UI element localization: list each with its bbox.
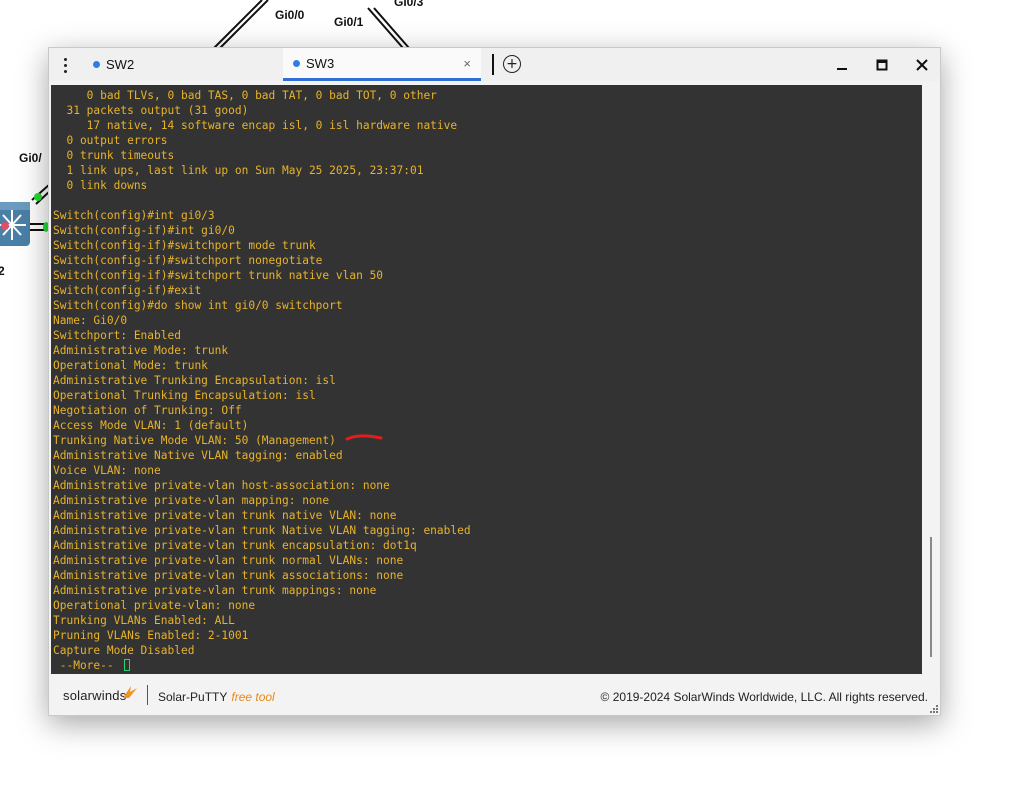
terminal-output[interactable]: 0 bad TLVs, 0 bad TAS, 0 bad TAT, 0 bad … — [51, 85, 922, 674]
terminal-line: 31 packets output (31 good) — [53, 104, 249, 117]
interface-label: Gi0/3 — [394, 0, 424, 9]
terminal-line: Administrative private-vlan trunk normal… — [53, 554, 404, 567]
terminal-line: Pruning VLANs Enabled: 2-1001 — [53, 629, 249, 642]
terminal-line: Negotiation of Trunking: Off — [53, 404, 242, 417]
terminal-scrollbar[interactable] — [923, 85, 940, 674]
tab-label: SW2 — [106, 57, 135, 72]
terminal-line: Switch(config-if)#exit — [53, 284, 202, 297]
product-label: Solar-PuTTY — [158, 690, 228, 704]
terminal-line: Operational Trunking Encapsulation: isl — [53, 389, 316, 402]
tab-divider — [492, 54, 494, 75]
more-prompt: --More-- — [53, 659, 121, 672]
solarwinds-flame-icon — [123, 686, 137, 698]
terminal-text: 0 bad TLVs, 0 bad TAS, 0 bad TAT, 0 bad … — [53, 88, 471, 673]
terminal-line: Administrative private-vlan trunk encaps… — [53, 539, 417, 552]
tab-sw2[interactable]: SW2 — [83, 48, 283, 81]
terminal-cursor — [124, 659, 131, 671]
interface-label: Gi0/0 — [275, 8, 305, 22]
terminal-line: Voice VLAN: none — [53, 464, 161, 477]
terminal-line: Switch(config)#do show int gi0/0 switchp… — [53, 299, 343, 312]
terminal-line: Switch(config)#int gi0/3 — [53, 209, 215, 222]
add-tab-icon[interactable]: + — [503, 55, 521, 73]
terminal-line: Switch(config-if)#switchport nonegotiate — [53, 254, 323, 267]
product-name: Solar-PuTTY free tool — [158, 690, 275, 704]
terminal-line: Administrative private-vlan trunk Native… — [53, 524, 471, 537]
multilayer-switch-icon[interactable] — [0, 202, 30, 246]
maximize-icon[interactable] — [871, 54, 893, 76]
terminal-line: 0 bad TLVs, 0 bad TAS, 0 bad TAT, 0 bad … — [53, 89, 437, 102]
close-tab-icon[interactable]: × — [463, 56, 471, 71]
session-status-icon — [293, 59, 300, 67]
resize-grip-icon[interactable] — [928, 703, 938, 713]
terminal-line: Trunking VLANs Enabled: ALL — [53, 614, 235, 627]
link-status-dot — [34, 193, 42, 201]
terminal-line: Administrative private-vlan host-associa… — [53, 479, 390, 492]
terminal-line: 0 trunk timeouts — [53, 149, 175, 162]
terminal-line: Administrative private-vlan trunk mappin… — [53, 584, 377, 597]
terminal-line: 1 link ups, last link up on Sun May 25 2… — [53, 164, 424, 177]
terminal-line: 0 link downs — [53, 179, 148, 192]
close-icon[interactable] — [911, 54, 933, 76]
title-bar: SW2 SW3 × + — [49, 48, 940, 81]
copyright-text: © 2019-2024 SolarWinds Worldwide, LLC. A… — [600, 690, 928, 704]
terminal-line: Switchport: Enabled — [53, 329, 181, 342]
terminal-line: 0 output errors — [53, 134, 168, 147]
device-label: 2 — [0, 264, 5, 278]
terminal-line: Switch(config-if)#switchport trunk nativ… — [53, 269, 384, 282]
footer-divider — [147, 685, 148, 705]
session-status-icon — [93, 61, 100, 68]
interface-label: Gi0/ — [19, 151, 42, 165]
terminal-line: Administrative private-vlan trunk associ… — [53, 569, 404, 582]
terminal-line: Switch(config-if)#int gi0/0 — [53, 224, 235, 237]
interface-label: Gi0/1 — [334, 15, 364, 29]
terminal-line: 17 native, 14 software encap isl, 0 isl … — [53, 119, 458, 132]
terminal-line: Name: Gi0/0 — [53, 314, 128, 327]
terminal-line: Access Mode VLAN: 1 (default) — [53, 419, 249, 432]
terminal-line: Capture Mode Disabled — [53, 644, 195, 657]
scrollbar-thumb[interactable] — [930, 537, 932, 657]
terminal-line: Switch(config-if)#switchport mode trunk — [53, 239, 316, 252]
kebab-menu-icon[interactable] — [57, 54, 73, 76]
terminal-line: Operational private-vlan: none — [53, 599, 256, 612]
tab-sw3[interactable]: SW3 × — [283, 48, 481, 81]
terminal-line: Trunking Native Mode VLAN: 50 (Managemen… — [53, 434, 336, 447]
putty-window: SW2 SW3 × + 0 bad TLVs, 0 bad TAS, 0 bad… — [48, 47, 941, 716]
minimize-icon[interactable] — [831, 54, 853, 76]
terminal-line: Operational Mode: trunk — [53, 359, 208, 372]
terminal-line: Administrative Native VLAN tagging: enab… — [53, 449, 343, 462]
footer-bar: solarwinds Solar-PuTTY free tool © 2019-2… — [49, 676, 940, 715]
red-underline-annotation — [345, 434, 383, 441]
tab-label: SW3 — [306, 55, 335, 71]
terminal-line: Administrative Mode: trunk — [53, 344, 229, 357]
terminal-line: Administrative private-vlan trunk native… — [53, 509, 397, 522]
solarwinds-logo: solarwinds — [63, 688, 127, 703]
terminal-line: Administrative private-vlan mapping: non… — [53, 494, 330, 507]
terminal-line: Administrative Trunking Encapsulation: i… — [53, 374, 336, 387]
free-tool-label: free tool — [231, 690, 275, 704]
